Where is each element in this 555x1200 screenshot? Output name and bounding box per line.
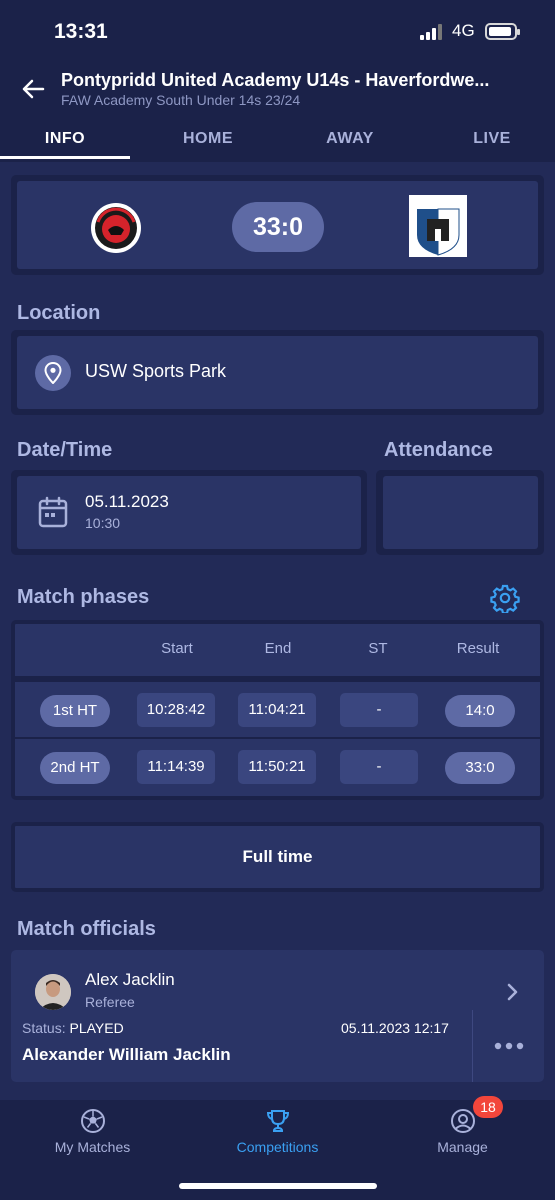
phase-label: 1st HT <box>40 695 110 727</box>
status-line: Status: PLAYED <box>22 1020 124 1036</box>
match-date: 05.11.2023 <box>85 492 169 511</box>
phase-end-time[interactable]: 11:50:21 <box>238 750 316 784</box>
match-officials-label: Match officials <box>17 918 156 940</box>
column-header-st: ST <box>368 640 388 657</box>
column-header-result: Result <box>456 640 500 657</box>
football-icon <box>80 1108 106 1134</box>
location-label: Location <box>17 302 101 324</box>
trophy-icon <box>265 1108 291 1134</box>
avatar <box>35 974 71 1010</box>
match-phases-label: Match phases <box>17 586 150 608</box>
phase-stoppage-time[interactable]: - <box>340 750 418 784</box>
official-row-referee[interactable]: Alex Jacklin Referee <box>11 950 544 1012</box>
nav-label: Manage <box>437 1139 488 1155</box>
header: Pontypridd United Academy U14s - Haverfo… <box>0 62 555 118</box>
home-indicator[interactable] <box>179 1183 377 1189</box>
home-team-crest[interactable] <box>90 202 142 254</box>
divider <box>472 1010 473 1082</box>
arrow-left-icon <box>22 79 45 99</box>
clock: 13:31 <box>54 20 108 43</box>
attendance-field[interactable] <box>383 476 538 549</box>
gear-icon <box>490 584 520 615</box>
nav-label: My Matches <box>54 1139 131 1155</box>
tab-bar: INFO HOME AWAY LIVE <box>0 120 555 162</box>
tab-live[interactable]: LIVE <box>427 120 555 162</box>
divider <box>11 737 544 739</box>
chevron-right-icon <box>506 982 520 1002</box>
attendance-label: Attendance <box>384 439 493 461</box>
status-prefix: Status: <box>22 1020 66 1036</box>
datetime-card[interactable] <box>17 476 361 549</box>
tab-away[interactable]: AWAY <box>285 120 415 162</box>
divider <box>11 676 544 682</box>
status-timestamp: 05.11.2023 12:17 <box>341 1020 449 1036</box>
page-subtitle: FAW Academy South Under 14s 23/24 <box>61 92 301 108</box>
score: 33:0 <box>232 202 324 252</box>
active-tab-indicator <box>0 156 130 159</box>
full-time-button[interactable]: Full time <box>11 822 544 892</box>
phase-start-time[interactable]: 10:28:42 <box>137 693 215 727</box>
tab-home[interactable]: HOME <box>143 120 273 162</box>
network-label: 4G <box>452 21 475 40</box>
nav-label: Competitions <box>236 1139 319 1155</box>
more-options-button[interactable] <box>481 1028 537 1064</box>
battery-icon <box>485 23 520 40</box>
match-time: 10:30 <box>85 515 121 531</box>
away-team-crest[interactable] <box>409 195 467 257</box>
status-value: PLAYED <box>69 1020 124 1036</box>
phase-label: 2nd HT <box>40 752 110 784</box>
nav-my-matches[interactable]: My Matches <box>0 1100 185 1170</box>
status-user: Alexander William Jacklin <box>22 1045 231 1064</box>
notification-badge: 18 <box>473 1096 503 1118</box>
column-header-end: End <box>264 640 292 657</box>
phase-start-time[interactable]: 11:14:39 <box>137 750 215 784</box>
phase-stoppage-time[interactable]: - <box>340 693 418 727</box>
phase-result: 14:0 <box>445 695 515 727</box>
datetime-label: Date/Time <box>17 439 113 461</box>
user-circle-icon <box>450 1108 476 1134</box>
status-bar: 13:31 4G <box>0 0 555 62</box>
signal-icon <box>420 24 442 40</box>
venue-name: USW Sports Park <box>85 361 227 381</box>
more-horizontal-icon <box>494 1042 524 1050</box>
match-status-panel: Status: PLAYED 05.11.2023 12:17 Alexande… <box>11 1010 544 1082</box>
location-pin-icon <box>35 355 71 391</box>
back-button[interactable] <box>16 74 50 104</box>
phase-result: 33:0 <box>445 752 515 784</box>
column-header-start: Start <box>161 640 193 657</box>
official-role: Referee <box>85 994 135 1010</box>
official-name: Alex Jacklin <box>85 970 175 989</box>
phase-end-time[interactable]: 11:04:21 <box>238 693 316 727</box>
page-title: Pontypridd United Academy U14s - Haverfo… <box>61 70 490 90</box>
nav-competitions[interactable]: Competitions <box>185 1100 370 1170</box>
nav-manage[interactable]: Manage <box>370 1100 555 1170</box>
calendar-icon <box>38 496 68 528</box>
settings-button[interactable] <box>490 583 520 615</box>
